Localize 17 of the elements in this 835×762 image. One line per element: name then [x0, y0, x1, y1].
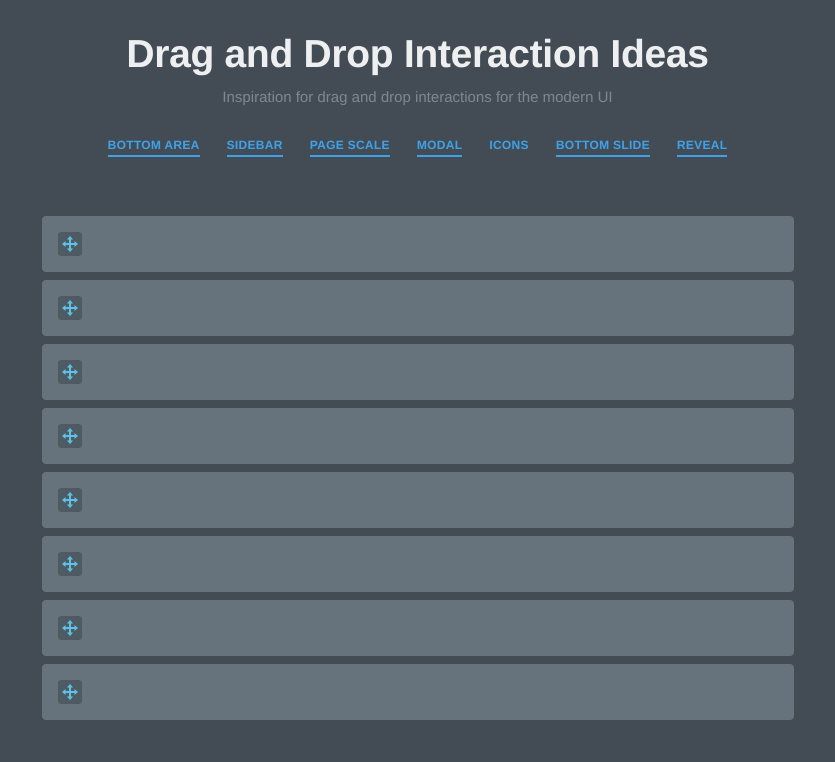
- move-handle-icon[interactable]: [58, 296, 82, 320]
- move-handle-icon[interactable]: [58, 232, 82, 256]
- nav-link[interactable]: MODAL: [416, 137, 462, 157]
- move-handle-icon[interactable]: [58, 360, 82, 384]
- move-handle-icon[interactable]: [58, 552, 82, 576]
- move-handle-icon[interactable]: [58, 616, 82, 640]
- nav-link[interactable]: PAGE SCALE: [310, 137, 390, 157]
- nav-link[interactable]: SIDEBAR: [226, 137, 283, 157]
- nav-link[interactable]: BOTTOM SLIDE: [556, 137, 650, 157]
- nav-link[interactable]: ICONS: [489, 137, 529, 157]
- nav-link[interactable]: BOTTOM AREA: [108, 137, 200, 157]
- page-subtitle: Inspiration for drag and drop interactions for the modern UI: [222, 88, 613, 108]
- move-handle-icon[interactable]: [58, 424, 82, 448]
- page-title: Drag and Drop Interaction Ideas: [126, 32, 709, 78]
- move-handle-icon[interactable]: [58, 680, 82, 704]
- nav-link[interactable]: REVEAL: [676, 137, 728, 157]
- move-handle-icon[interactable]: [58, 488, 82, 512]
